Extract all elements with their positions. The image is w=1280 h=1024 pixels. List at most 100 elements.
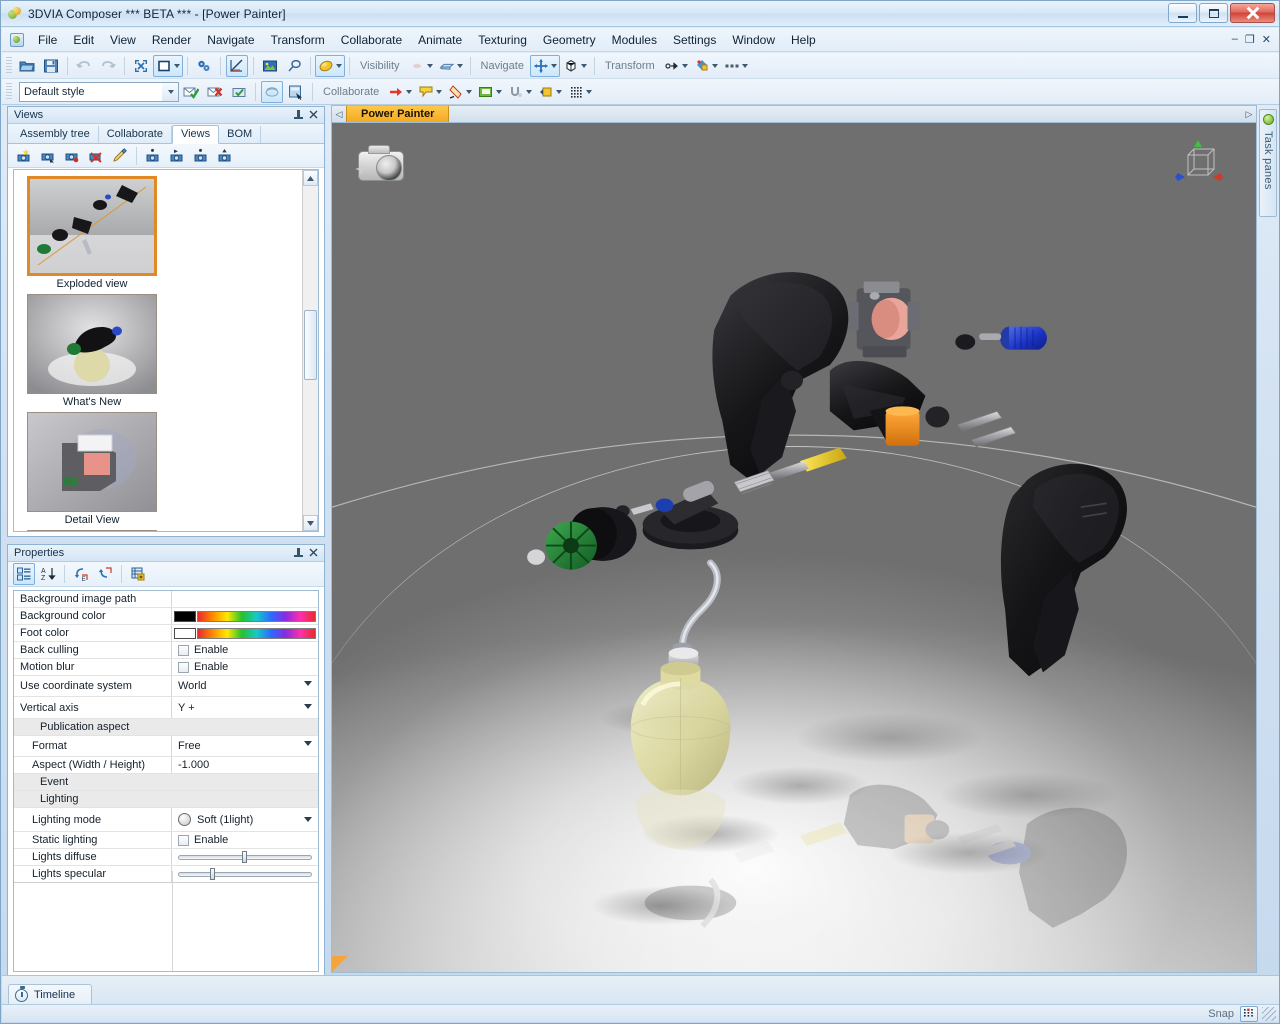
foot-color-swatch[interactable] (174, 628, 196, 639)
mdi-restore-button[interactable]: ❐ (1245, 33, 1255, 46)
task-panes-tab[interactable]: Task panes (1259, 109, 1277, 217)
property-value[interactable] (172, 625, 318, 641)
property-row[interactable]: Foot color (14, 625, 318, 642)
alphabetical-button[interactable]: A Z (37, 563, 59, 585)
snap-toggle-button[interactable] (1240, 1006, 1258, 1022)
menu-edit[interactable]: Edit (65, 30, 102, 50)
scroll-up-button[interactable] (303, 170, 318, 186)
view-thumbnail-item[interactable]: Exploded view (20, 176, 164, 290)
update-style-button[interactable] (228, 81, 250, 103)
mdi-minimize-button[interactable]: – (1232, 33, 1238, 46)
property-row[interactable]: Use coordinate system World (14, 676, 318, 697)
maximize-button[interactable] (1199, 3, 1228, 23)
chevron-down-icon[interactable] (427, 64, 433, 68)
property-pages-button[interactable] (127, 563, 149, 585)
refresh-view-button[interactable] (261, 81, 283, 103)
property-group-row[interactable]: Event (14, 774, 318, 791)
property-group-row[interactable]: Publication aspect (14, 719, 318, 736)
property-row[interactable]: Aspect (Width / Height) -1.000 (14, 757, 318, 774)
collab-magnetic-button[interactable] (505, 81, 535, 103)
paint-view-button[interactable] (109, 145, 131, 167)
menu-view[interactable]: View (102, 30, 144, 50)
update-view-button[interactable] (37, 145, 59, 167)
chevron-down-icon[interactable] (551, 64, 557, 68)
mdi-close-button[interactable]: ✕ (1262, 33, 1271, 46)
scroll-down-button[interactable] (303, 515, 318, 531)
chevron-down-icon[interactable] (556, 90, 562, 94)
color-gradient-bar[interactable] (197, 628, 316, 639)
menu-navigate[interactable]: Navigate (199, 30, 262, 50)
timeline-tab[interactable]: Timeline (8, 984, 92, 1006)
link-button[interactable] (283, 55, 305, 77)
document-system-icon[interactable] (8, 31, 26, 49)
delete-view-button[interactable] (85, 145, 107, 167)
navigate-view-cube-button[interactable] (560, 55, 590, 77)
property-row[interactable]: Static lighting Enable (14, 832, 318, 849)
transform-translate-button[interactable] (661, 55, 691, 77)
color-gradient-bar[interactable] (197, 611, 316, 622)
chevron-down-icon[interactable] (436, 90, 442, 94)
transform-align-button[interactable] (721, 55, 751, 77)
property-value[interactable] (172, 866, 318, 882)
visibility-ghost-button[interactable] (436, 55, 466, 77)
property-row[interactable]: Lighting mode Soft (1light) (14, 808, 318, 832)
resize-grip[interactable] (1262, 1007, 1276, 1021)
chevron-down-icon[interactable] (304, 817, 312, 822)
property-value[interactable]: Enable (172, 642, 318, 658)
tab-assembly-tree[interactable]: Assembly tree (12, 126, 99, 143)
chevron-down-icon[interactable] (406, 90, 412, 94)
document-tab-power-painter[interactable]: Power Painter (346, 106, 449, 123)
chevron-down-icon[interactable] (742, 64, 748, 68)
minimize-button[interactable] (1168, 3, 1197, 23)
close-button[interactable] (1230, 3, 1275, 23)
property-group-row[interactable]: Lighting (14, 791, 318, 808)
visibility-show-button[interactable] (406, 55, 436, 77)
property-row[interactable]: Format Free (14, 736, 318, 757)
transform-origin-button[interactable] (691, 55, 721, 77)
collab-arrow-button[interactable] (385, 81, 415, 103)
tab-scroll-left-icon[interactable]: ◁ (332, 109, 346, 120)
categorized-button[interactable] (13, 563, 35, 585)
toolbar-grip[interactable] (6, 57, 12, 75)
first-view-button[interactable] (142, 145, 164, 167)
chevron-down-icon[interactable] (336, 64, 342, 68)
property-row[interactable]: Back culling Enable (14, 642, 318, 659)
chevron-down-icon[interactable] (496, 90, 502, 94)
property-value[interactable]: -1.000 (172, 757, 318, 773)
chevron-down-icon[interactable] (304, 741, 312, 746)
view-thumbnail-cover[interactable] (27, 530, 157, 532)
image-export-button[interactable] (259, 55, 281, 77)
motion-blur-checkbox[interactable] (178, 662, 189, 673)
close-icon[interactable] (309, 110, 318, 119)
property-row[interactable]: Vertical axis Y + (14, 697, 318, 719)
measure-button[interactable] (226, 55, 248, 77)
property-row[interactable]: Background color (14, 608, 318, 625)
menu-file[interactable]: File (30, 30, 65, 50)
property-value[interactable]: Soft (1light) (172, 808, 318, 831)
chevron-down-icon[interactable] (304, 681, 312, 686)
property-row[interactable]: Motion blur Enable (14, 659, 318, 676)
menu-settings[interactable]: Settings (665, 30, 724, 50)
chevron-down-icon[interactable] (457, 64, 463, 68)
chevron-down-icon[interactable] (174, 64, 180, 68)
back-culling-checkbox[interactable] (178, 645, 189, 656)
collab-callout-button[interactable] (415, 81, 445, 103)
property-row[interactable]: Lights diffuse (14, 849, 318, 866)
apply-style-button[interactable] (180, 81, 202, 103)
menu-render[interactable]: Render (144, 30, 199, 50)
background-color-swatch[interactable] (174, 611, 196, 622)
chevron-down-icon[interactable] (466, 90, 472, 94)
undo-button[interactable] (73, 55, 95, 77)
fit-all-button[interactable] (130, 55, 152, 77)
property-value[interactable]: Enable (172, 659, 318, 675)
view-thumbnail-item[interactable]: What's New (20, 294, 164, 408)
open-button[interactable] (16, 55, 38, 77)
menu-collaborate[interactable]: Collaborate (333, 30, 410, 50)
collab-image-button[interactable] (475, 81, 505, 103)
view-thumbnail-exploded[interactable] (27, 176, 157, 276)
tab-bom[interactable]: BOM (219, 126, 261, 143)
tab-views[interactable]: Views (172, 125, 219, 144)
view-thumbnail-item[interactable]: Cover Image (20, 530, 164, 532)
save-button[interactable] (40, 55, 62, 77)
collab-measure-button[interactable] (445, 81, 475, 103)
